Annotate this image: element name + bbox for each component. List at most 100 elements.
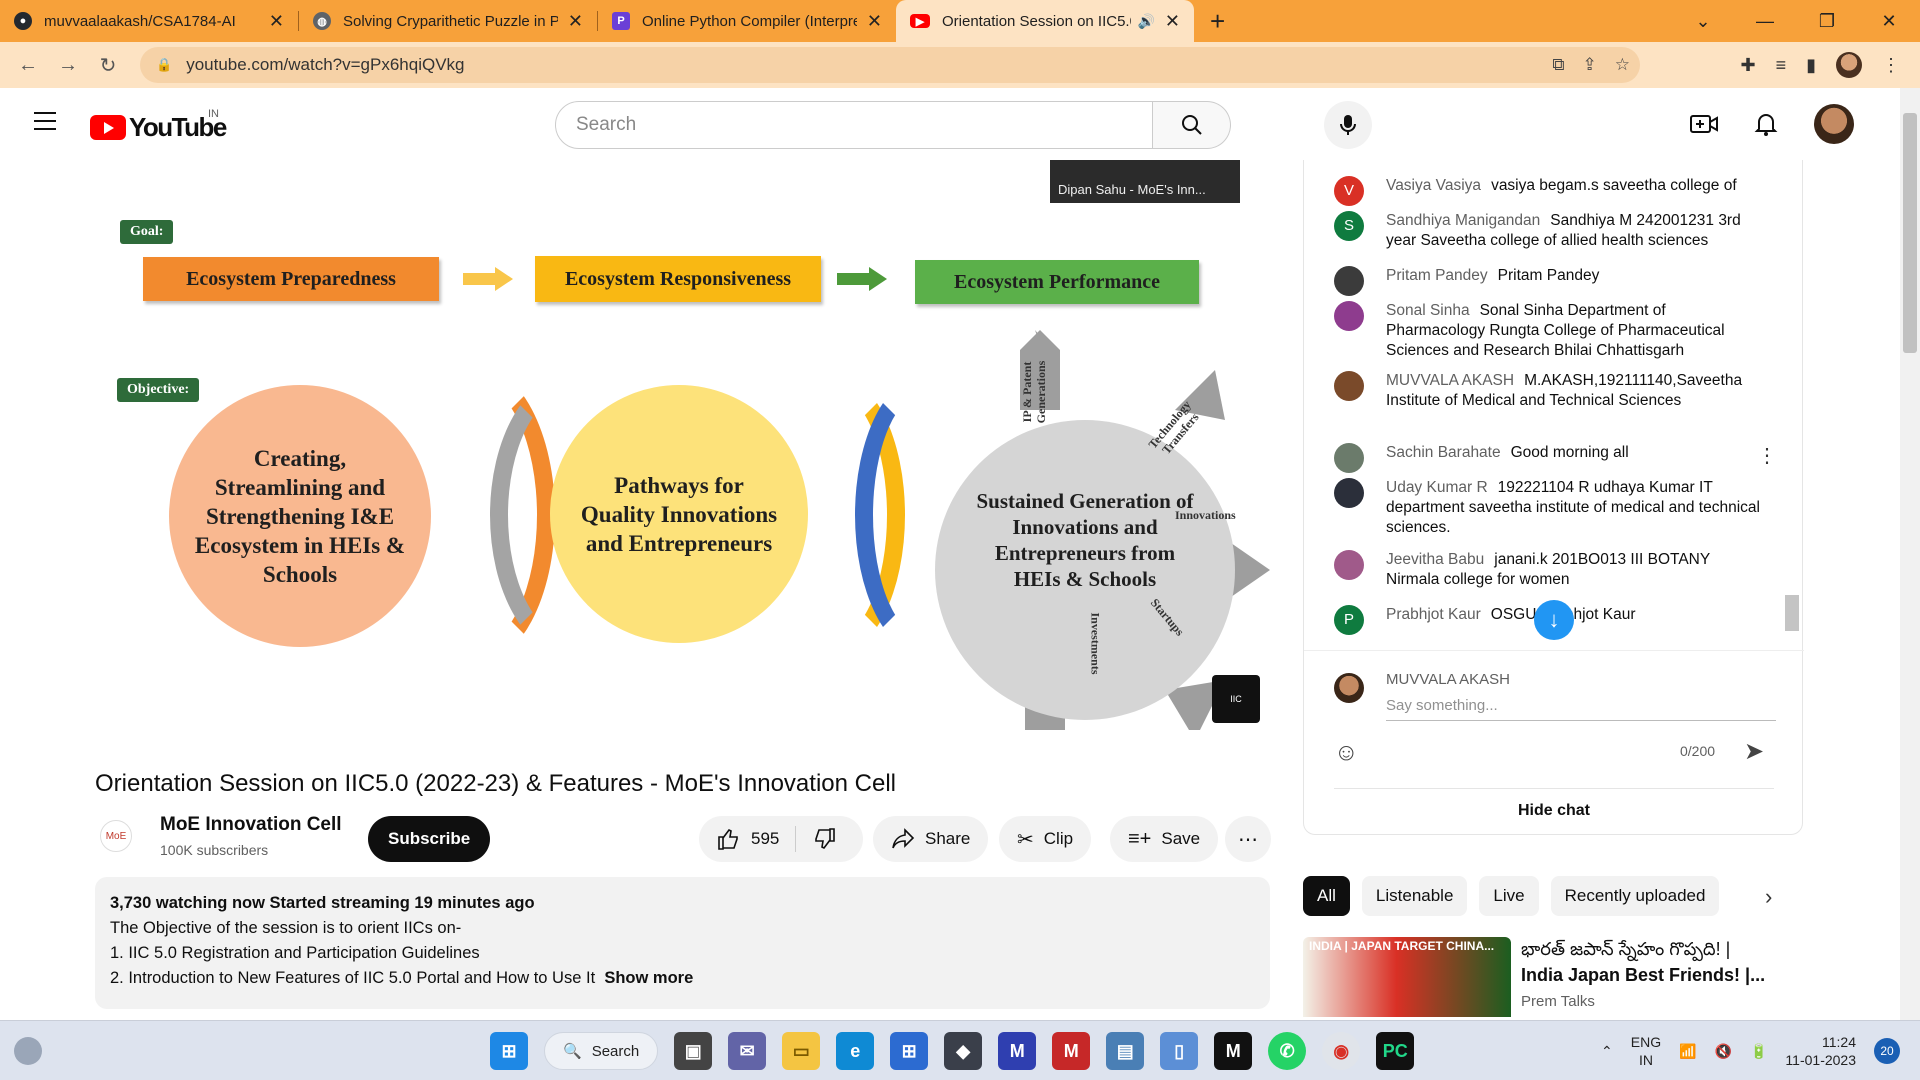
chat-author[interactable]: Sachin Barahate xyxy=(1386,444,1501,461)
extensions-icon[interactable]: ✚ xyxy=(1740,55,1755,76)
chip-recently-uploaded[interactable]: Recently uploaded xyxy=(1550,876,1720,916)
emoji-icon[interactable]: ☺ xyxy=(1334,739,1359,767)
url-bar[interactable]: 🔒 youtube.com/watch?v=gPx6hqiQVkg ⧉ ⇪ ☆ xyxy=(140,47,1640,83)
close-window-button[interactable]: ✕ xyxy=(1858,11,1920,32)
recommended-title-telugu[interactable]: భారత్ జపాన్ స్నేహం గొప్పది! | xyxy=(1521,939,1730,964)
chrome-icon[interactable]: ◉ xyxy=(1322,1032,1361,1070)
share-button[interactable]: Share xyxy=(873,816,989,862)
recommended-title[interactable]: India Japan Best Friends! |... xyxy=(1521,965,1765,986)
battery-icon[interactable]: 🔋 xyxy=(1750,1043,1767,1060)
show-more-link[interactable]: Show more xyxy=(604,969,693,987)
speaker-icon[interactable]: 🔊 xyxy=(1137,13,1154,30)
back-icon[interactable]: ← xyxy=(8,54,48,77)
create-video-icon[interactable] xyxy=(1690,112,1718,136)
chat-message-list[interactable]: V Vasiya Vasiya vasiya begam.s saveetha c… xyxy=(1304,160,1804,650)
save-button[interactable]: ≡+ Save xyxy=(1110,816,1219,862)
gmail-m-icon[interactable]: M xyxy=(1214,1032,1253,1070)
chip-live[interactable]: Live xyxy=(1479,876,1539,916)
chat-author[interactable]: Prabhjot Kaur xyxy=(1386,606,1481,623)
chat-author[interactable]: MUVVALA AKASH xyxy=(1386,372,1514,389)
notifications-bell-icon[interactable] xyxy=(1754,111,1778,137)
chat-author[interactable]: Jeevitha Babu xyxy=(1386,551,1484,568)
volume-muted-icon[interactable]: 🔇 xyxy=(1715,1043,1732,1060)
tab-search-icon[interactable]: ⌄ xyxy=(1672,11,1734,32)
control-panel-icon[interactable]: ▤ xyxy=(1106,1032,1145,1070)
new-tab-button[interactable]: + xyxy=(1210,6,1225,37)
chat-author-avatar[interactable]: V xyxy=(1334,176,1364,206)
account-avatar[interactable] xyxy=(1814,104,1854,144)
tab-python-compiler[interactable]: P Online Python Compiler (Interpre ✕ xyxy=(598,0,896,42)
page-scrollbar[interactable] xyxy=(1900,88,1920,1020)
chat-author-avatar[interactable] xyxy=(1334,371,1364,401)
whatsapp-icon[interactable]: ✆ xyxy=(1268,1032,1307,1070)
share-page-icon[interactable]: ⇪ xyxy=(1583,55,1597,75)
menu-kebab-icon[interactable]: ⋮ xyxy=(1882,55,1900,76)
recommended-video[interactable]: INDIA | JAPAN TARGET CHINA... భారత్ జపాన… xyxy=(1303,937,1793,1017)
more-actions-button[interactable]: ⋯ xyxy=(1225,816,1271,862)
message-menu-icon[interactable]: ⋮ xyxy=(1757,443,1777,468)
maximize-button[interactable]: ❐ xyxy=(1796,11,1858,32)
mcafee-icon[interactable]: M xyxy=(1052,1032,1091,1070)
microsoft-store-icon[interactable]: ⊞ xyxy=(890,1032,929,1070)
chat-author-avatar[interactable] xyxy=(1334,301,1364,331)
youtube-logo[interactable]: YouTube IN xyxy=(90,108,227,143)
pycharm-icon[interactable]: PC xyxy=(1376,1032,1415,1070)
thumbs-up-icon[interactable] xyxy=(717,827,741,851)
tab-github[interactable]: ● muvvaalaakash/CSA1784-AI ✕ xyxy=(0,0,298,42)
bookmark-star-icon[interactable]: ☆ xyxy=(1615,55,1630,75)
close-icon[interactable]: ✕ xyxy=(568,11,583,32)
description-box[interactable]: 3,730 watching now Started streaming 19 … xyxy=(95,877,1270,1009)
scroll-to-latest-button[interactable]: ↓ xyxy=(1534,600,1574,640)
subscribe-button[interactable]: Subscribe xyxy=(368,816,491,862)
reload-icon[interactable]: ↻ xyxy=(88,53,128,78)
channel-avatar[interactable]: MoE xyxy=(100,820,132,852)
chat-message-input[interactable]: Say something... xyxy=(1386,697,1776,721)
taskbar-search[interactable]: 🔍 Search xyxy=(544,1032,659,1070)
weather-widget-icon[interactable] xyxy=(14,1037,42,1065)
close-icon[interactable]: ✕ xyxy=(1165,11,1180,32)
lock-icon[interactable]: 🔒 xyxy=(156,57,172,73)
chat-author[interactable]: Vasiya Vasiya xyxy=(1386,177,1481,194)
chevron-right-icon[interactable]: › xyxy=(1765,884,1772,910)
chat-author-avatar[interactable] xyxy=(1334,266,1364,296)
math-app-icon[interactable]: M xyxy=(998,1032,1037,1070)
chat-author-avatar[interactable] xyxy=(1334,478,1364,508)
clock[interactable]: 11:24 11-01-2023 xyxy=(1785,1033,1856,1069)
media-controls-icon[interactable]: ≡ xyxy=(1776,55,1787,76)
recommended-channel[interactable]: Prem Talks xyxy=(1521,993,1595,1010)
chip-listenable[interactable]: Listenable xyxy=(1361,876,1468,916)
chat-author[interactable]: Uday Kumar R xyxy=(1386,479,1488,496)
notification-count-badge[interactable]: 20 xyxy=(1874,1038,1900,1064)
windows-start-icon[interactable]: ⊞ xyxy=(490,1032,528,1070)
chat-author-avatar[interactable] xyxy=(1334,550,1364,580)
chat-author-avatar[interactable]: P xyxy=(1334,605,1364,635)
chat-author[interactable]: Sonal Sinha xyxy=(1386,302,1470,319)
profile-avatar[interactable] xyxy=(1836,52,1862,78)
chat-author[interactable]: Sandhiya Manigandan xyxy=(1386,212,1540,229)
open-in-app-icon[interactable]: ⧉ xyxy=(1552,55,1564,75)
chip-all[interactable]: All xyxy=(1303,876,1350,916)
hide-chat-button[interactable]: Hide chat xyxy=(1334,788,1774,824)
file-explorer-icon[interactable]: ▭ xyxy=(782,1032,821,1070)
search-button[interactable] xyxy=(1153,101,1231,149)
chat-author-avatar[interactable] xyxy=(1334,443,1364,473)
chat-scrollbar[interactable] xyxy=(1785,595,1799,631)
tray-chevron-up-icon[interactable]: ⌃ xyxy=(1601,1043,1613,1060)
clip-button[interactable]: ✂ Clip xyxy=(999,816,1092,862)
task-view-icon[interactable]: ▣ xyxy=(674,1032,713,1070)
language-indicator[interactable]: ENG IN xyxy=(1631,1033,1661,1069)
forward-icon[interactable]: → xyxy=(48,54,88,77)
channel-name[interactable]: MoE Innovation Cell xyxy=(160,814,342,836)
page-scrollbar-thumb[interactable] xyxy=(1903,113,1917,353)
voice-search-button[interactable] xyxy=(1324,101,1372,149)
wifi-icon[interactable]: 📶 xyxy=(1679,1043,1696,1060)
tab-puzzle[interactable]: ◍ Solving Cryparithetic Puzzle in Py ✕ xyxy=(299,0,597,42)
chat-author-avatar[interactable]: S xyxy=(1334,211,1364,241)
side-panel-icon[interactable]: ▮ xyxy=(1806,55,1816,76)
close-icon[interactable]: ✕ xyxy=(269,11,284,32)
tab-youtube-active[interactable]: ▶ Orientation Session on IIC5.0 🔊 ✕ xyxy=(896,0,1194,42)
minimize-button[interactable]: — xyxy=(1734,11,1796,32)
document-icon[interactable]: ▯ xyxy=(1160,1032,1199,1070)
edge-browser-icon[interactable]: e xyxy=(836,1032,875,1070)
app-cube-icon[interactable]: ◆ xyxy=(944,1032,983,1070)
